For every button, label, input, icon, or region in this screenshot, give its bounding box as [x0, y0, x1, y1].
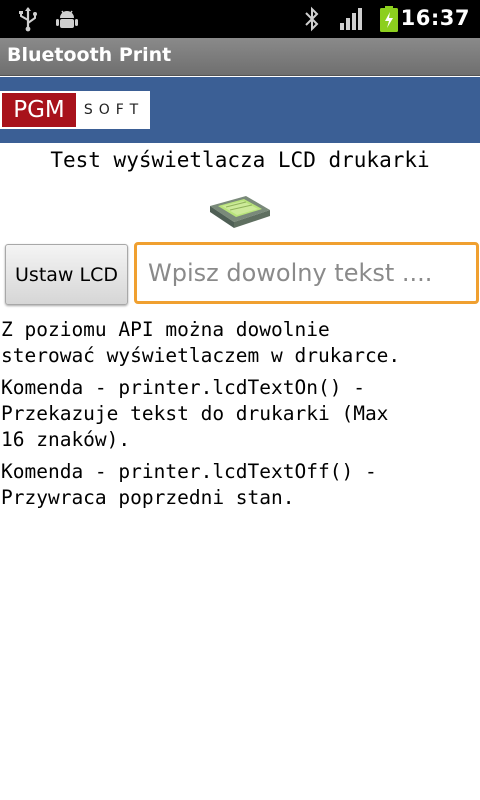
- lcd-device-icon: [206, 192, 272, 236]
- status-clock: 16:37: [400, 6, 470, 30]
- status-bar: 16:37: [0, 0, 480, 38]
- description-line: sterować wyświetlaczem w drukarce.: [1, 344, 401, 367]
- logo-part-b: SOFT: [76, 93, 148, 127]
- page-heading: Test wyświetlacza LCD drukarki: [50, 148, 430, 172]
- description-line: Komenda - printer.lcdTextOn() -: [1, 376, 365, 399]
- debug-icon: [54, 6, 80, 36]
- lcd-text-input[interactable]: [134, 242, 479, 304]
- description-line: 16 znaków).: [1, 428, 131, 451]
- description-lcd-text-off: Komenda - printer.lcdTextOff() - Przywra…: [1, 459, 479, 511]
- bluetooth-icon: [302, 6, 322, 36]
- description-line: Przekazuje tekst do drukarki (Max: [1, 402, 389, 425]
- description-line: Komenda - printer.lcdTextOff() -: [1, 460, 377, 483]
- description-lcd-text-on: Komenda - printer.lcdTextOn() - Przekazu…: [1, 375, 479, 453]
- signal-icon: [338, 6, 366, 36]
- app-title: Bluetooth Print: [7, 44, 172, 66]
- battery-charging-icon: [378, 6, 400, 36]
- description-line: Z poziomu API można dowolnie: [1, 318, 330, 341]
- header-banner: PGM SOFT: [0, 77, 480, 143]
- pgm-soft-logo: PGM SOFT: [0, 91, 150, 129]
- title-bar: Bluetooth Print: [0, 38, 480, 76]
- usb-icon: [16, 6, 40, 36]
- set-lcd-button[interactable]: Ustaw LCD: [5, 244, 128, 305]
- description-line: Przywraca poprzedni stan.: [1, 486, 295, 509]
- logo-part-a: PGM: [2, 93, 76, 127]
- description-api: Z poziomu API można dowolnie sterować wy…: [1, 317, 479, 369]
